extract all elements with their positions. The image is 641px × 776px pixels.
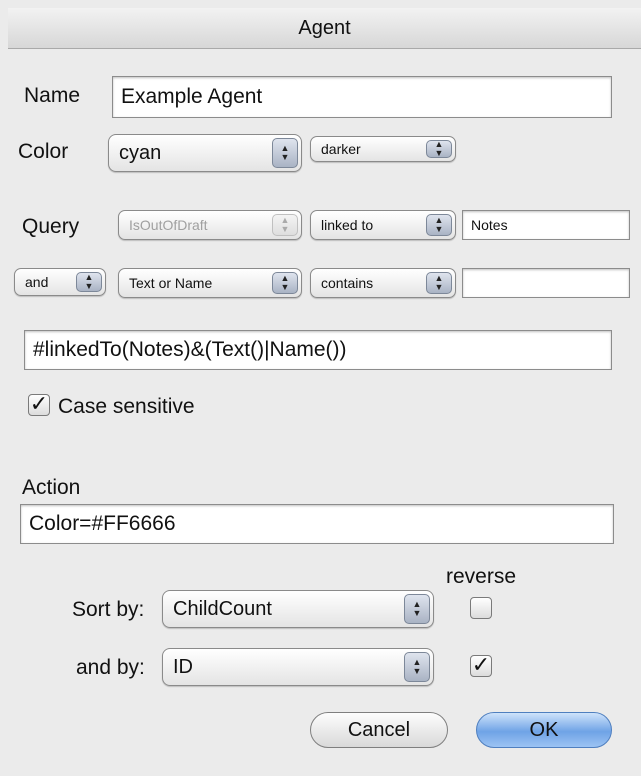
query-expression-field[interactable]: #linkedTo(Notes)&(Text()|Name()) — [24, 330, 612, 370]
action-field[interactable]: Color=#FF6666 — [20, 504, 614, 544]
checkmark-icon: ✓ — [471, 652, 491, 677]
query-attribute-value: IsOutOfDraft — [129, 217, 208, 233]
sort-by-value: ChildCount — [173, 598, 272, 620]
sort-by-popup[interactable]: ChildCount ▲ ▼ — [162, 590, 434, 628]
popup-arrows-icon: ▲ ▼ — [426, 140, 452, 158]
case-sensitive-label: Case sensitive — [58, 395, 195, 418]
popup-arrows-icon: ▲ ▼ — [404, 652, 430, 682]
shade-popup-value: darker — [321, 141, 361, 157]
query-operator-value: linked to — [321, 217, 374, 233]
ok-button[interactable]: OK — [476, 712, 612, 748]
sort-by-reverse-checkbox[interactable] — [470, 597, 492, 619]
query2-value-field[interactable] — [462, 268, 630, 298]
popup-arrows-icon: ▲ ▼ — [426, 272, 452, 294]
color-label: Color — [18, 140, 69, 163]
popup-arrows-icon: ▲ ▼ — [272, 138, 298, 168]
query2-operator-value: contains — [321, 275, 374, 291]
popup-arrows-icon: ▲ ▼ — [272, 214, 298, 236]
window-title: Agent — [298, 17, 351, 39]
sort-by-label: Sort by: — [72, 598, 145, 621]
cancel-button[interactable]: Cancel — [310, 712, 448, 748]
color-popup[interactable]: cyan ▲ ▼ — [108, 134, 302, 172]
query2-attribute-popup[interactable]: Text or Name ▲ ▼ — [118, 268, 302, 298]
conjunction-popup[interactable]: and ▲ ▼ — [14, 268, 106, 296]
action-label: Action — [22, 476, 81, 499]
checkmark-icon: ✓ — [29, 391, 49, 416]
case-sensitive-checkbox[interactable]: ✓ — [28, 391, 50, 416]
query-value-field[interactable]: Notes — [462, 210, 630, 240]
query2-operator-popup[interactable]: contains ▲ ▼ — [310, 268, 456, 298]
and-by-label: and by: — [76, 656, 145, 679]
query-operator-popup[interactable]: linked to ▲ ▼ — [310, 210, 456, 240]
query2-attribute-value: Text or Name — [129, 275, 213, 291]
popup-arrows-icon: ▲ ▼ — [426, 214, 452, 236]
name-field[interactable]: Example Agent — [112, 76, 612, 118]
reverse-label: reverse — [446, 565, 517, 588]
query-attribute-popup: IsOutOfDraft ▲ ▼ — [118, 210, 302, 240]
and-by-popup[interactable]: ID ▲ ▼ — [162, 648, 434, 686]
name-label: Name — [24, 84, 81, 107]
and-by-value: ID — [173, 656, 193, 678]
popup-arrows-icon: ▲ ▼ — [404, 594, 430, 624]
color-popup-value: cyan — [119, 142, 162, 164]
popup-arrows-icon: ▲ ▼ — [272, 272, 298, 294]
query-label: Query — [22, 215, 80, 238]
conjunction-value: and — [25, 274, 49, 290]
and-by-reverse-checkbox[interactable]: ✓ — [470, 652, 492, 677]
popup-arrows-icon: ▲ ▼ — [76, 272, 102, 292]
shade-popup[interactable]: darker ▲ ▼ — [310, 136, 456, 162]
window-title-bar: Agent — [8, 8, 641, 49]
